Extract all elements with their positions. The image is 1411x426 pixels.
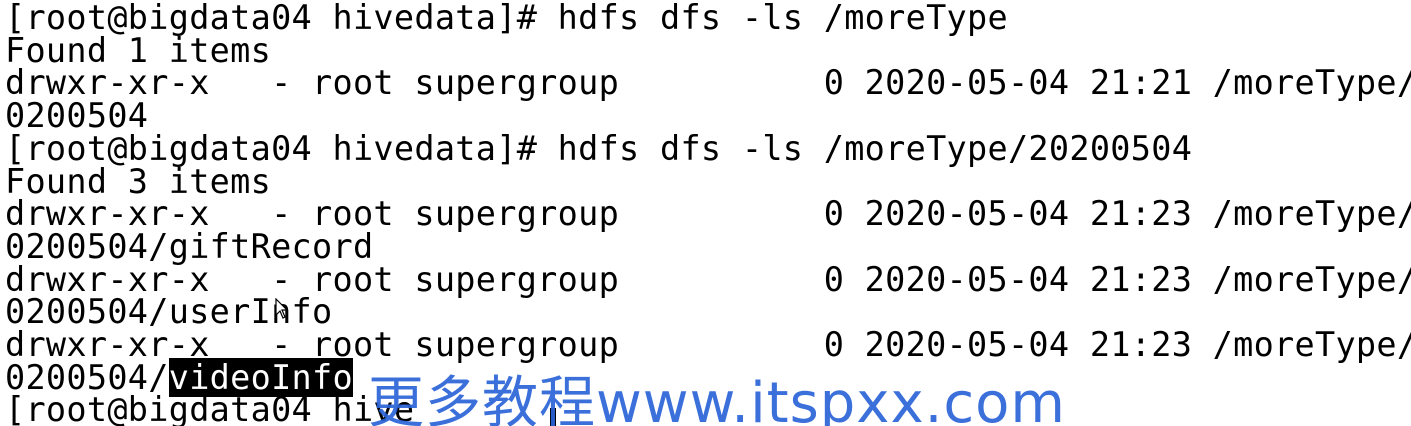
terminal-text: [root@bigdata04 hive (5, 390, 415, 426)
terminal-line: Found 3 items (5, 164, 271, 198)
terminal-line: 0200504/giftRecord (5, 230, 373, 264)
text-caret-icon (550, 408, 556, 426)
terminal-line: drwxr-xr-x - root supergroup 0 2020-05-0… (5, 262, 1411, 296)
terminal-line: drwxr-xr-x - root supergroup 0 2020-05-0… (5, 63, 1411, 103)
terminal-line: drwxr-xr-x - root supergroup 0 2020-05-0… (5, 197, 1411, 231)
terminal-line: [root@bigdata04 hive (5, 393, 414, 426)
terminal-line: [root@bigdata04 hivedata]# hdfs dfs -ls … (5, 1, 1008, 35)
terminal-line: drwxr-xr-x - root supergroup 0 2020-05-0… (5, 328, 1411, 362)
watermark-text: 更多教程www.itspxx.com (368, 371, 1066, 426)
terminal-text: drwxr-xr-x - root supergroup 0 2020-05-0… (5, 63, 1411, 103)
arrow-cursor-icon (275, 298, 289, 319)
terminal-window[interactable]: [root@bigdata04 hivedata]# hdfs dfs -ls … (0, 0, 1411, 426)
terminal-line: 0200504/videoInfo (5, 357, 353, 397)
terminal-line: Found 1 items (5, 33, 271, 67)
terminal-line: [root@bigdata04 hivedata]# hdfs dfs -ls … (5, 132, 1192, 166)
terminal-line: 0200504 (5, 99, 148, 133)
